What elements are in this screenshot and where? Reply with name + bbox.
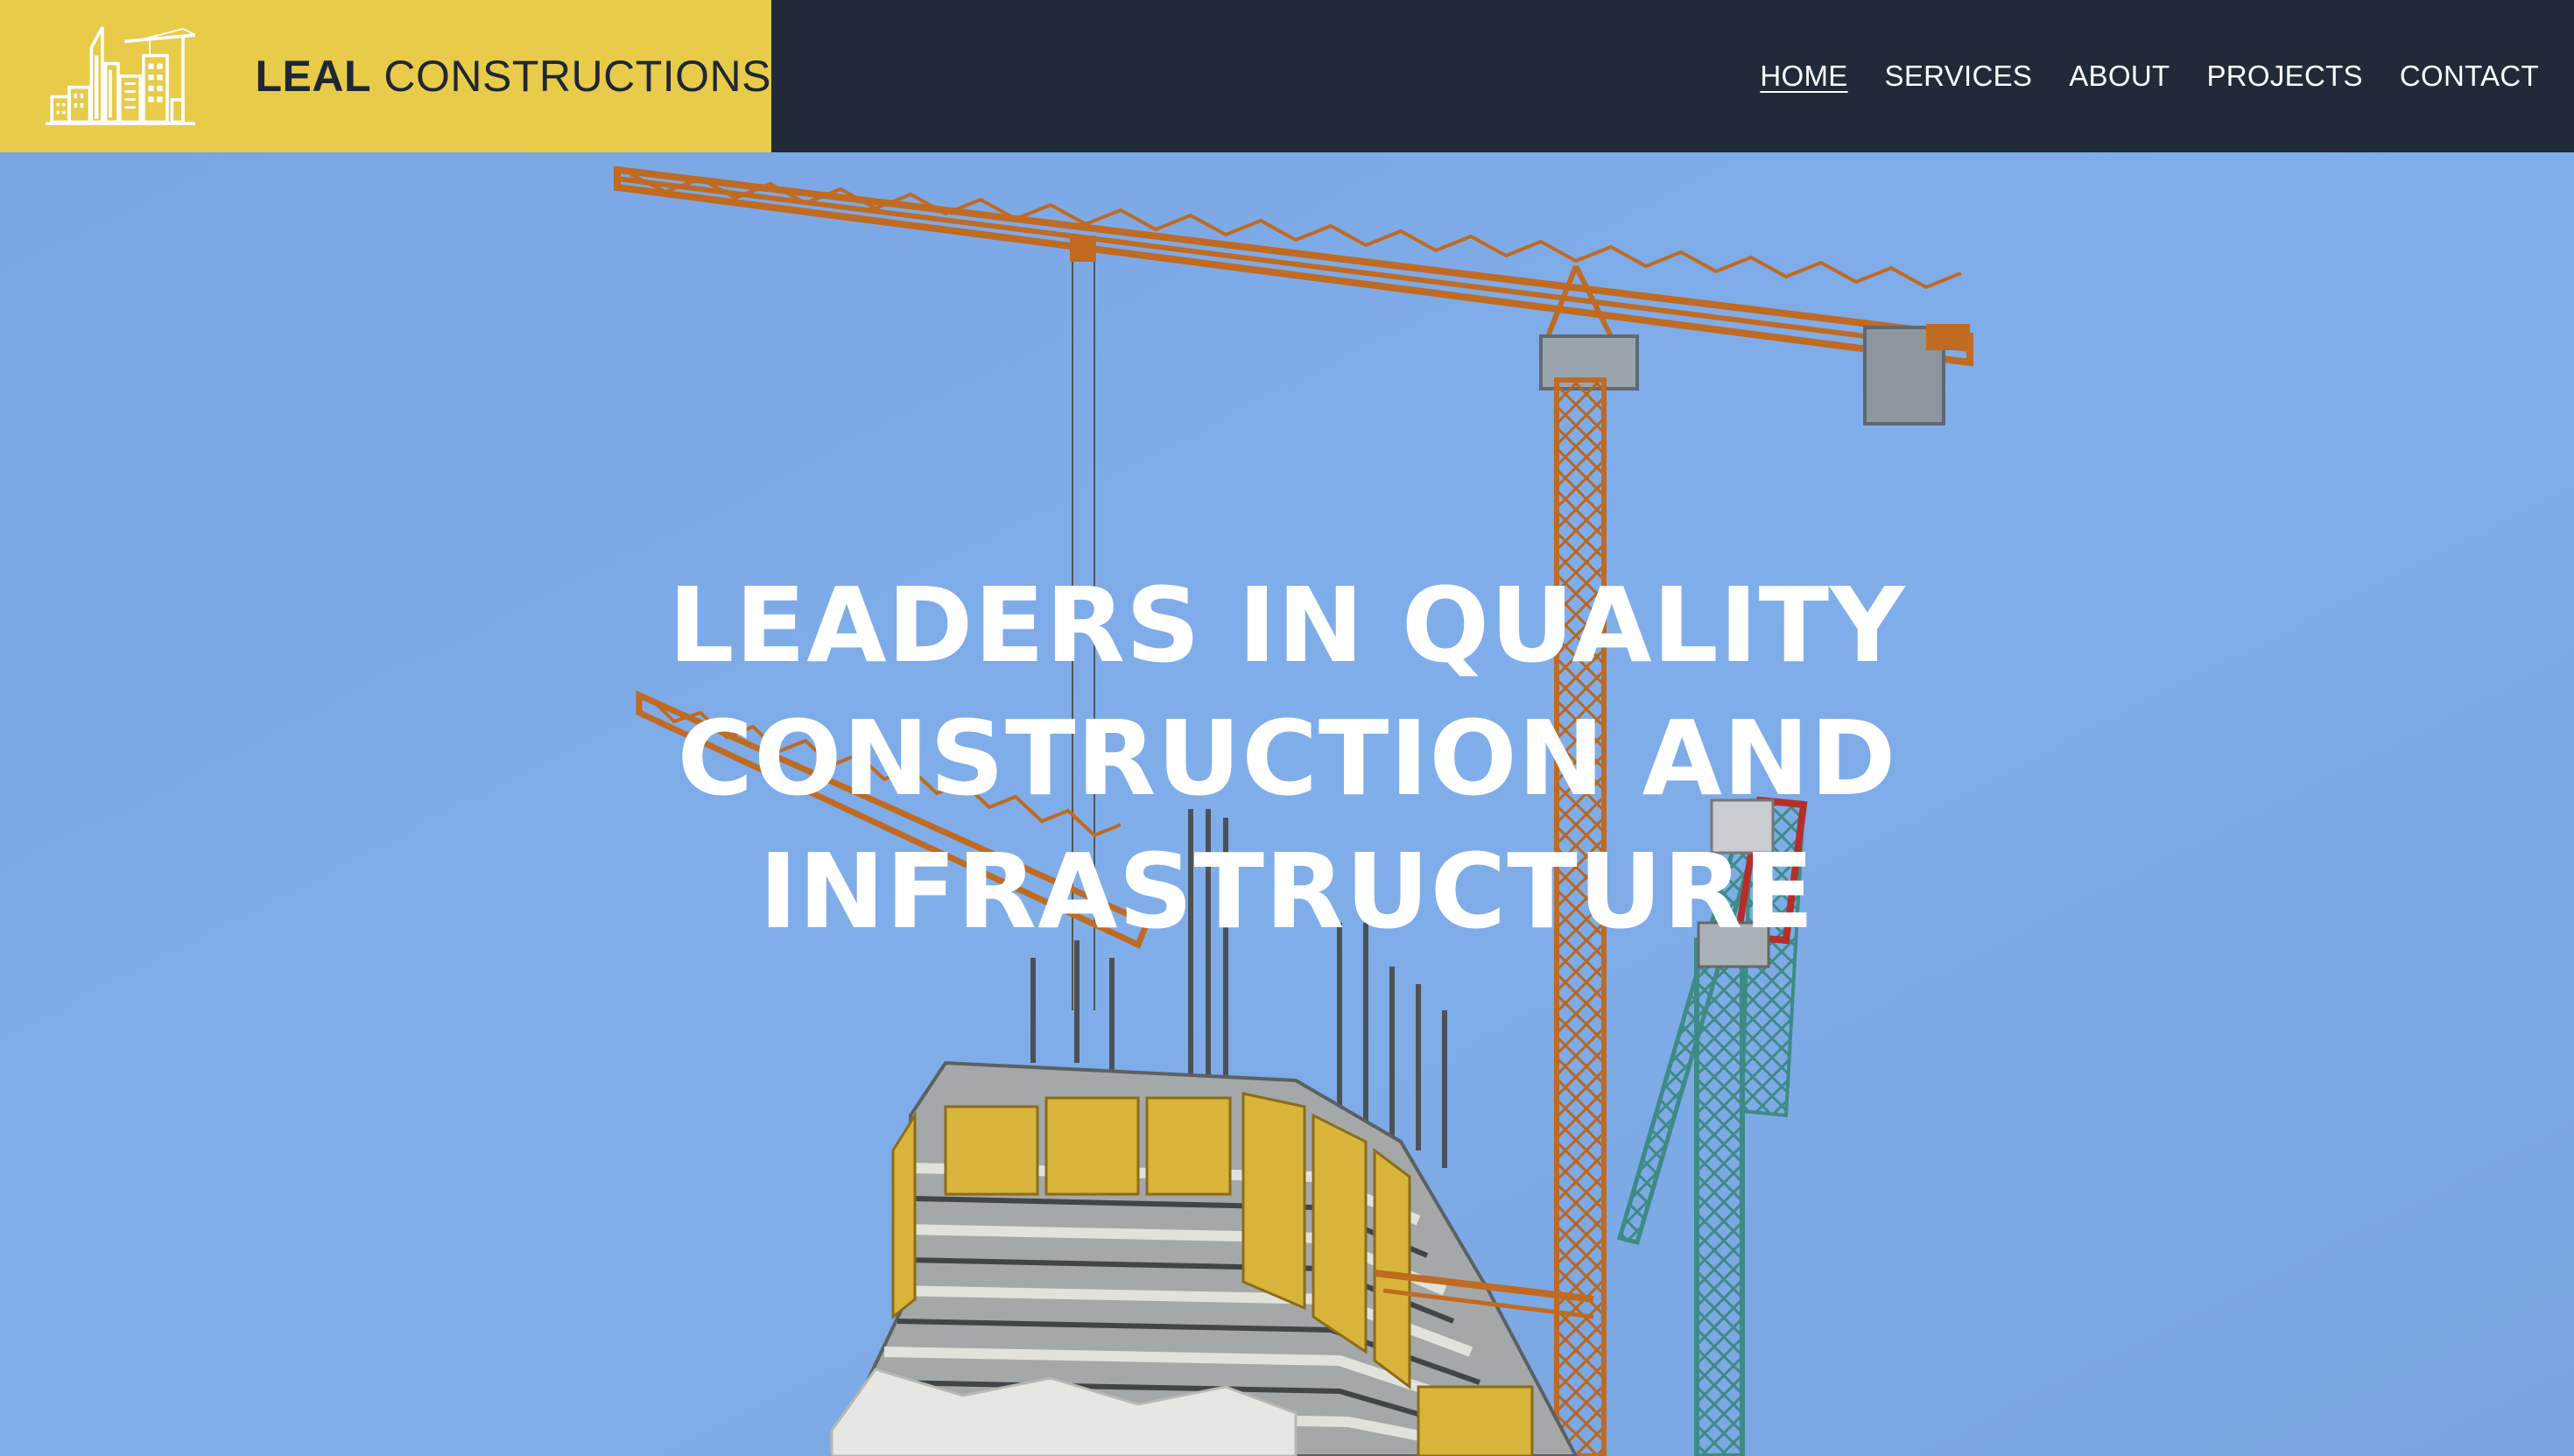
nav-item-services[interactable]: SERVICES xyxy=(1885,60,2033,93)
nav-item-projects[interactable]: PROJECTS xyxy=(2206,60,2362,93)
brand-name-light: CONSTRUCTIONS xyxy=(383,52,771,101)
hero-title-line-3: INFRASTRUCTURE xyxy=(759,831,1815,953)
brand-name: LEAL CONSTRUCTIONS xyxy=(255,51,771,102)
hero-section: LEADERS IN QUALITY CONSTRUCTION AND INFR… xyxy=(0,152,2574,1456)
hero-title-line-2: CONSTRUCTION AND xyxy=(677,698,1897,819)
nav-item-contact[interactable]: CONTACT xyxy=(2400,60,2539,93)
nav-item-home[interactable]: HOME xyxy=(1760,60,1847,93)
city-crane-logo-icon xyxy=(46,26,196,125)
hero-title-line-1: LEADERS IN QUALITY xyxy=(668,565,1906,686)
main-nav: HOME SERVICES ABOUT PROJECTS CONTACT xyxy=(1760,0,2539,152)
site-header: LEAL CONSTRUCTIONS HOME SERVICES ABOUT P… xyxy=(0,0,2574,152)
hero-title: LEADERS IN QUALITY CONSTRUCTION AND INFR… xyxy=(0,559,2574,958)
page: LEAL CONSTRUCTIONS HOME SERVICES ABOUT P… xyxy=(0,0,2574,1456)
brand-home-link[interactable]: LEAL CONSTRUCTIONS xyxy=(0,0,771,152)
nav-item-about[interactable]: ABOUT xyxy=(2069,60,2170,93)
brand-name-bold: LEAL xyxy=(255,52,371,101)
